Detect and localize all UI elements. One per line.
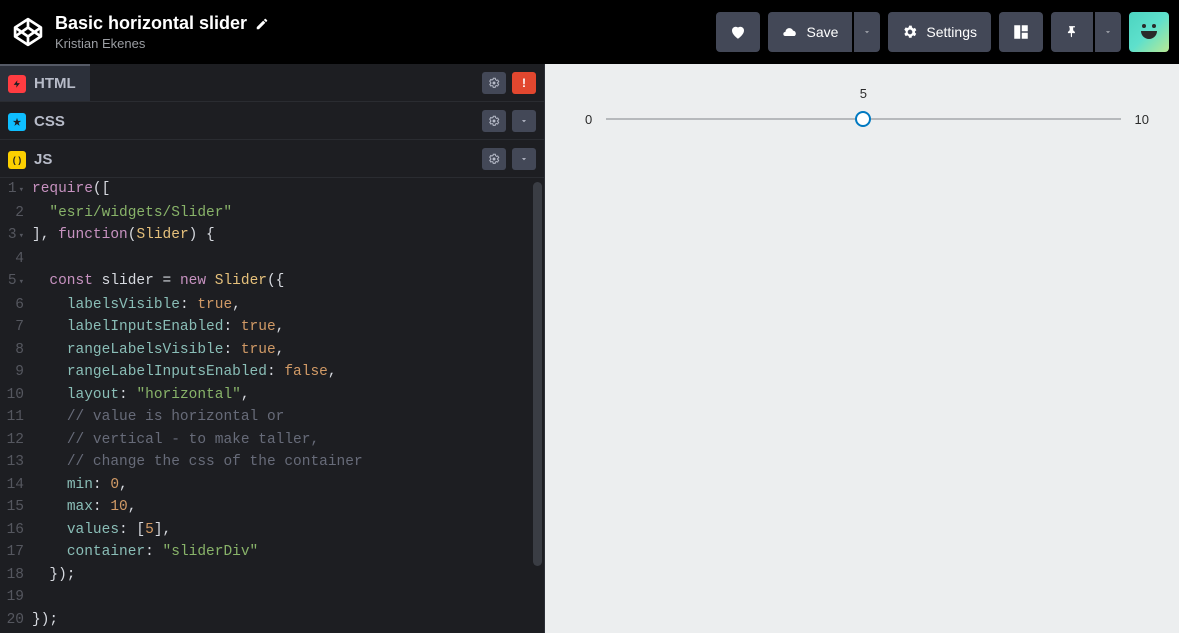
js-panel-header: ( ) JS [0,140,544,178]
code-line[interactable]: 9 rangeLabelInputsEnabled: false, [0,361,544,384]
slider-thumb[interactable] [855,111,871,127]
js-icon: ( ) [8,151,26,169]
css-label: CSS [34,113,65,130]
code-line[interactable]: 1require([ [0,178,544,202]
code-line[interactable]: 14 min: 0, [0,474,544,497]
code-line[interactable]: 5 const slider = new Slider({ [0,270,544,294]
html-error-icon[interactable]: ! [512,72,536,94]
settings-label: Settings [926,24,977,40]
code-line[interactable]: 7 labelInputsEnabled: true, [0,316,544,339]
edit-title-icon[interactable] [255,17,269,31]
save-label: Save [806,24,838,40]
slider-max-label: 10 [1135,112,1149,127]
html-label: HTML [34,75,76,92]
code-line[interactable]: 15 max: 10, [0,496,544,519]
code-line[interactable]: 13 // change the css of the container [0,451,544,474]
html-icon [8,75,26,93]
slider-value-label: 5 [860,86,867,101]
js-code-editor[interactable]: 1require([2 "esri/widgets/Slider"3], fun… [0,178,544,633]
code-line[interactable]: 8 rangeLabelsVisible: true, [0,339,544,362]
html-settings-icon[interactable] [482,72,506,94]
layout-button[interactable] [999,12,1043,52]
editor-scrollbar[interactable] [533,182,542,619]
code-line[interactable]: 2 "esri/widgets/Slider" [0,202,544,225]
save-dropdown-button[interactable] [854,12,880,52]
result-preview: 0 5 10 [545,64,1179,633]
code-line[interactable]: 12 // vertical - to make taller, [0,429,544,452]
app-header: Basic horizontal slider Kristian Ekenes … [0,0,1179,64]
code-line[interactable]: 20}); [0,609,544,632]
pen-author[interactable]: Kristian Ekenes [55,36,269,51]
js-tab[interactable]: ( ) JS [0,140,66,177]
html-tab[interactable]: HTML [0,64,90,101]
save-button[interactable]: Save [768,12,852,52]
slider-track[interactable]: 5 [606,110,1120,128]
js-label: JS [34,151,52,168]
code-line[interactable]: 10 layout: "horizontal", [0,384,544,407]
header-buttons: Save Settings [716,12,1169,52]
code-line[interactable]: 6 labelsVisible: true, [0,294,544,317]
html-panel-header: HTML ! [0,64,544,102]
css-tab[interactable]: CSS [0,102,79,139]
code-line[interactable]: 16 values: [5], [0,519,544,542]
css-settings-icon[interactable] [482,110,506,132]
settings-button[interactable]: Settings [888,12,991,52]
slider-min-label: 0 [585,112,592,127]
like-button[interactable] [716,12,760,52]
css-icon [8,113,26,131]
code-line[interactable]: 19 [0,586,544,609]
code-line[interactable]: 3], function(Slider) { [0,224,544,248]
js-collapse-icon[interactable] [512,148,536,170]
css-panel-header: CSS [0,102,544,140]
pen-title[interactable]: Basic horizontal slider [55,13,247,34]
code-line[interactable]: 4 [0,248,544,271]
code-line[interactable]: 11 // value is horizontal or [0,406,544,429]
js-settings-icon[interactable] [482,148,506,170]
code-line[interactable]: 18 }); [0,564,544,587]
css-collapse-icon[interactable] [512,110,536,132]
code-line[interactable]: 17 container: "sliderDiv" [0,541,544,564]
pin-button[interactable] [1051,12,1093,52]
pin-dropdown-button[interactable] [1095,12,1121,52]
user-avatar[interactable] [1129,12,1169,52]
slider-widget: 0 5 10 [585,104,1149,128]
editors-column: HTML ! CSS [0,64,545,633]
codepen-logo[interactable] [10,15,45,50]
